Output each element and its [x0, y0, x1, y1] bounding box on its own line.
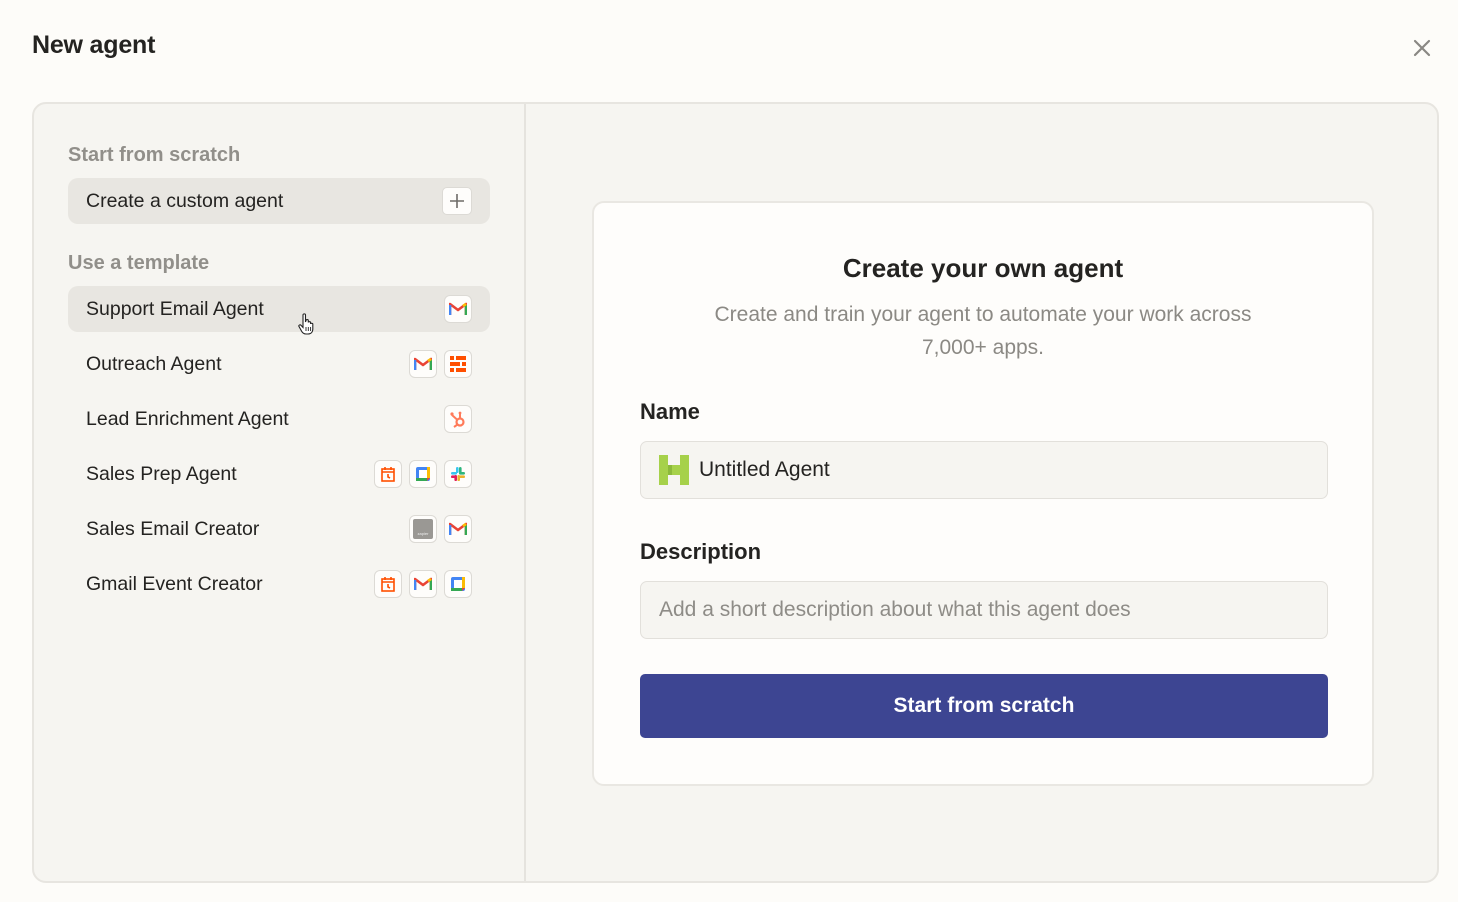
template-sidebar: Start from scratch Create a custom agent… — [34, 104, 526, 881]
slack-icon — [444, 460, 472, 488]
description-input[interactable]: Add a short description about what this … — [640, 581, 1328, 639]
create-agent-card: Create your own agent Create and train y… — [592, 201, 1374, 786]
start-from-scratch-button[interactable]: Start from scratch — [640, 674, 1328, 738]
close-icon — [1413, 39, 1431, 57]
schedule-icon — [374, 460, 402, 488]
description-label: Description — [640, 539, 762, 564]
google-calendar-icon — [409, 460, 437, 488]
template-label: Sales Prep Agent — [86, 462, 237, 485]
card-title: Create your own agent — [842, 253, 1124, 283]
template-label: Lead Enrichment Agent — [86, 407, 289, 430]
template-sales-email-creator[interactable]: Sales Email Creator zapier — [68, 506, 490, 552]
gmail-icon — [444, 295, 472, 323]
new-agent-panel: Start from scratch Create a custom agent… — [32, 102, 1439, 883]
template-label: Outreach Agent — [86, 352, 222, 375]
name-input[interactable]: Untitled Agent — [640, 441, 1328, 499]
create-custom-agent-button[interactable]: Create a custom agent — [68, 178, 490, 224]
template-label: Gmail Event Creator — [86, 572, 263, 595]
scratch-section-label: Start from scratch — [68, 144, 241, 166]
google-calendar-icon — [444, 570, 472, 598]
template-label: Sales Email Creator — [86, 517, 260, 540]
template-lead-enrichment-agent[interactable]: Lead Enrichment Agent — [68, 396, 490, 442]
name-value: Untitled Agent — [699, 458, 830, 481]
dialog-title: New agent — [32, 31, 156, 59]
close-button[interactable] — [1407, 33, 1437, 63]
create-custom-agent-label: Create a custom agent — [86, 189, 284, 212]
zapier-icon: zapier — [409, 515, 437, 543]
card-subtitle: Create and train your agent to automate … — [714, 303, 1252, 359]
template-section-label: Use a template — [68, 252, 210, 274]
svg-text:zapier: zapier — [418, 531, 430, 536]
gmail-icon — [409, 570, 437, 598]
zapier-tables-icon — [444, 350, 472, 378]
description-placeholder: Add a short description about what this … — [659, 598, 1131, 621]
gmail-icon — [444, 515, 472, 543]
gmail-icon — [409, 350, 437, 378]
template-label: Support Email Agent — [86, 297, 264, 320]
schedule-icon — [374, 570, 402, 598]
template-gmail-event-creator[interactable]: Gmail Event Creator — [68, 561, 490, 607]
template-sales-prep-agent[interactable]: Sales Prep Agent — [68, 451, 490, 497]
template-support-email-agent[interactable]: Support Email Agent — [68, 286, 490, 332]
template-outreach-agent[interactable]: Outreach Agent — [68, 341, 490, 387]
plus-icon — [442, 187, 472, 215]
name-label: Name — [640, 399, 700, 424]
agent-avatar-icon — [659, 455, 689, 485]
hubspot-icon — [444, 405, 472, 433]
